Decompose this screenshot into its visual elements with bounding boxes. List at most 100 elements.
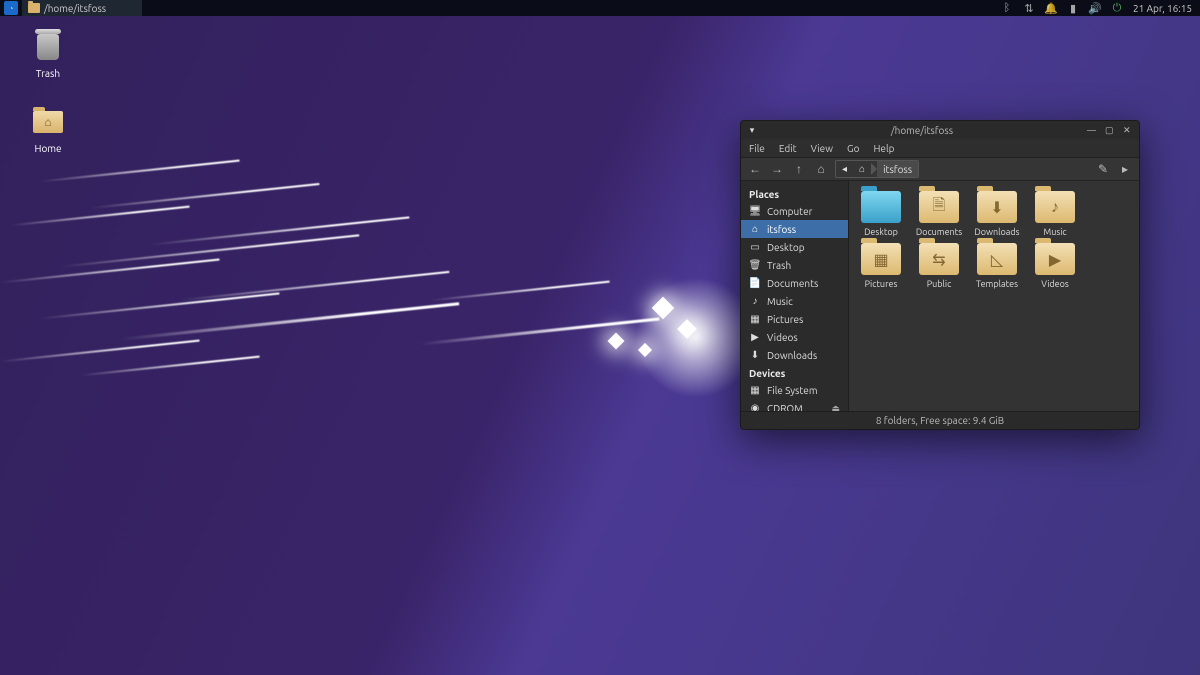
folder-label: Documents [915,227,963,237]
folder-icon: 🗎 [919,191,959,223]
menu-help[interactable]: Help [873,143,894,154]
folder-icon: ⇆ [919,243,959,275]
power-icon[interactable]: ⏻ [1111,2,1123,14]
folder-pictures[interactable]: ▦ Pictures [857,243,905,289]
folder-label: Music [1031,227,1079,237]
desktop-icon-home[interactable]: ⌂ Home [18,105,78,154]
sidebar-item-music[interactable]: ♪Music [741,292,848,310]
folder-view[interactable]: Desktop 🗎 Documents ⬇ Downloads ♪ Music ▦ Pictur… [849,181,1139,411]
pictures-mark-icon: ▦ [873,250,888,269]
menu-view[interactable]: View [811,143,833,154]
sidebar-header-devices: Devices [741,364,848,381]
documents-icon: 📄 [749,277,761,289]
folder-icon: ♪ [1035,191,1075,223]
top-panel: ◔ /home/itsfoss ᛒ ⇅ 🔔 ▮ 🔊 ⏻ 21 Apr, 16:1… [0,0,1200,16]
view-mode-button[interactable]: ▸ [1117,161,1133,177]
nav-up-button[interactable]: ↑ [791,161,807,177]
folder-label: Public [915,279,963,289]
menu-go[interactable]: Go [847,143,859,154]
sidebar-item-label: Documents [767,278,818,289]
notifications-icon[interactable]: 🔔 [1045,2,1057,14]
downloads-mark-icon: ⬇ [990,198,1003,217]
sidebar-item-label: Computer [767,206,812,217]
network-icon[interactable]: ⇅ [1023,2,1035,14]
folder-icon: ◺ [977,243,1017,275]
music-mark-icon: ♪ [1051,198,1059,217]
cdrom-icon: ◉ [749,402,761,411]
pictures-icon: ▦ [749,313,761,325]
computer-icon: 🖥 [749,205,761,217]
window-titlebar[interactable]: ▾ /home/itsfoss — ▢ ✕ [741,121,1139,139]
sidebar-item-downloads[interactable]: ⬇Downloads [741,346,848,364]
sidebar-item-desktop[interactable]: ▭Desktop [741,238,848,256]
maximize-button[interactable]: ▢ [1105,125,1115,135]
music-icon: ♪ [749,295,761,307]
sidebar-item-itsfoss[interactable]: ⌂itsfoss [741,220,848,238]
system-tray: ᛒ ⇅ 🔔 ▮ 🔊 ⏻ 21 Apr, 16:15 [1001,0,1200,16]
folder-videos[interactable]: ▶ Videos [1031,243,1079,289]
edit-path-button[interactable]: ✎ [1095,161,1111,177]
sidebar-item-cdrom[interactable]: ◉ CDROM ⏏ [741,399,848,411]
folder-label: Pictures [857,279,905,289]
minimize-button[interactable]: — [1087,125,1097,135]
sidebar-item-file-system[interactable]: ▦File System [741,381,848,399]
folder-desktop[interactable]: Desktop [857,191,905,237]
downloads-icon: ⬇ [749,349,761,361]
battery-icon[interactable]: ▮ [1067,2,1079,14]
folder-public[interactable]: ⇆ Public [915,243,963,289]
folder-documents[interactable]: 🗎 Documents [915,191,963,237]
sidebar-item-computer[interactable]: 🖥 Computer [741,202,848,220]
trash-icon: 🗑 [749,259,761,271]
breadcrumb-home[interactable]: ⌂ [853,161,871,177]
sidebar-item-trash[interactable]: 🗑 Trash [741,256,848,274]
home-icon: ⌂ [33,111,63,133]
window-title: /home/itsfoss [765,125,1079,136]
taskbar-item-filemanager[interactable]: /home/itsfoss [22,0,142,16]
nav-home-button[interactable]: ⌂ [813,161,829,177]
sidebar-item-videos[interactable]: ▶ Videos [741,328,848,346]
itsfoss-icon: ⌂ [749,223,761,235]
taskbar-item-label: /home/itsfoss [44,3,106,14]
home-icon: ⌂ [859,163,865,175]
nav-back-button[interactable]: ← [747,161,763,177]
folder-label: Templates [973,279,1021,289]
sidebar-item-label: Trash [767,260,791,271]
menu-file[interactable]: File [749,143,765,154]
desktop-icon-label: Home [18,143,78,154]
folder-music[interactable]: ♪ Music [1031,191,1079,237]
close-button[interactable]: ✕ [1123,125,1133,135]
folder-icon [861,191,901,223]
volume-icon[interactable]: 🔊 [1089,2,1101,14]
sidebar-item-label: Videos [767,332,798,343]
breadcrumb-prev[interactable]: ◂ [836,161,853,177]
sidebar-item-label: CDROM [767,403,803,412]
folder-icon: ▶ [1035,243,1075,275]
bluetooth-icon[interactable]: ᛒ [1001,2,1013,14]
eject-icon[interactable]: ⏏ [831,403,840,412]
breadcrumb-current[interactable]: itsfoss [877,161,918,177]
sidebar-header-places: Places [741,185,848,202]
sidebar-item-pictures[interactable]: ▦Pictures [741,310,848,328]
toolbar: ← → ↑ ⌂ ◂ ⌂ itsfoss ✎ ▸ [741,157,1139,181]
folder-label: Videos [1031,279,1079,289]
status-text: 8 folders, Free space: 9.4 GiB [876,415,1004,426]
clock[interactable]: 21 Apr, 16:15 [1133,3,1192,14]
folder-templates[interactable]: ◺ Templates [973,243,1021,289]
sidebar-item-label: Desktop [767,242,805,253]
trash-icon [37,34,59,60]
start-menu-button[interactable]: ◔ [4,1,18,15]
file-system-icon: ▦ [749,384,761,396]
nav-forward-button[interactable]: → [769,161,785,177]
public-mark-icon: ⇆ [932,250,945,269]
folder-label: Downloads [973,227,1021,237]
sidebar-item-documents[interactable]: 📄 Documents [741,274,848,292]
folder-icon [28,3,40,13]
folder-downloads[interactable]: ⬇ Downloads [973,191,1021,237]
window-menu-icon[interactable]: ▾ [747,125,757,135]
folder-icon: ▦ [861,243,901,275]
videos-icon: ▶ [749,331,761,343]
folder-icon: ⬇ [977,191,1017,223]
menu-edit[interactable]: Edit [779,143,797,154]
templates-mark-icon: ◺ [991,250,1003,269]
desktop-icon-trash[interactable]: Trash [18,30,78,79]
